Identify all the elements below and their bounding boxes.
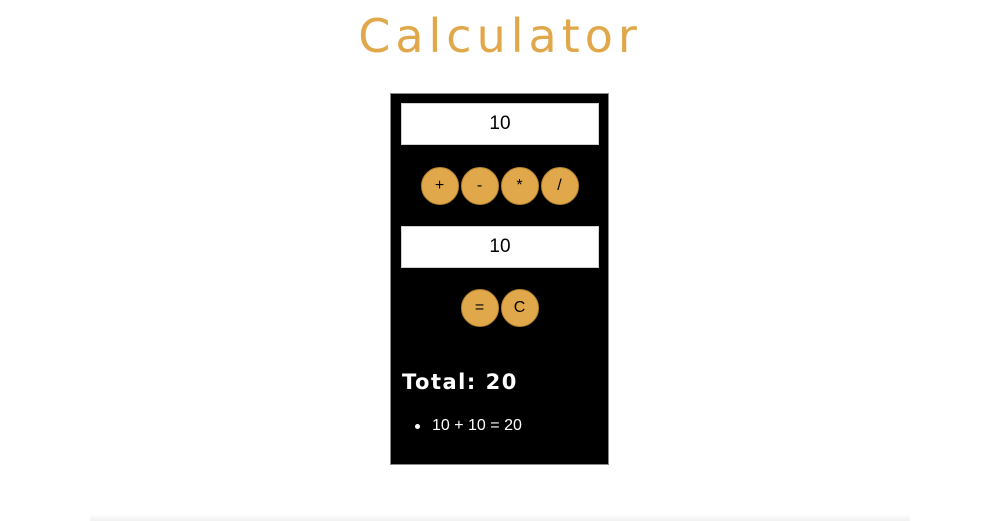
control-buttons: = C (391, 289, 608, 327)
history-item: 10 + 10 = 20 (415, 416, 522, 436)
subtract-button[interactable]: - (460, 167, 499, 205)
bottom-shadow (90, 514, 910, 521)
divide-button[interactable]: / (540, 167, 579, 205)
operator-buttons: + - * / (391, 167, 608, 205)
equals-button[interactable]: = (460, 289, 499, 327)
page: Calculator + - * / = C Total: 20 10 + 10… (0, 0, 1000, 521)
add-button[interactable]: + (420, 167, 459, 205)
multiply-button[interactable]: * (500, 167, 539, 205)
history-list: 10 + 10 = 20 (415, 416, 522, 436)
clear-button[interactable]: C (500, 289, 539, 327)
calculator-panel: + - * / = C Total: 20 10 + 10 = 20 (390, 93, 609, 465)
page-title: Calculator (358, 9, 642, 63)
total-display: Total: 20 (402, 370, 518, 394)
second-number-input[interactable] (401, 226, 599, 268)
first-number-input[interactable] (401, 103, 599, 145)
